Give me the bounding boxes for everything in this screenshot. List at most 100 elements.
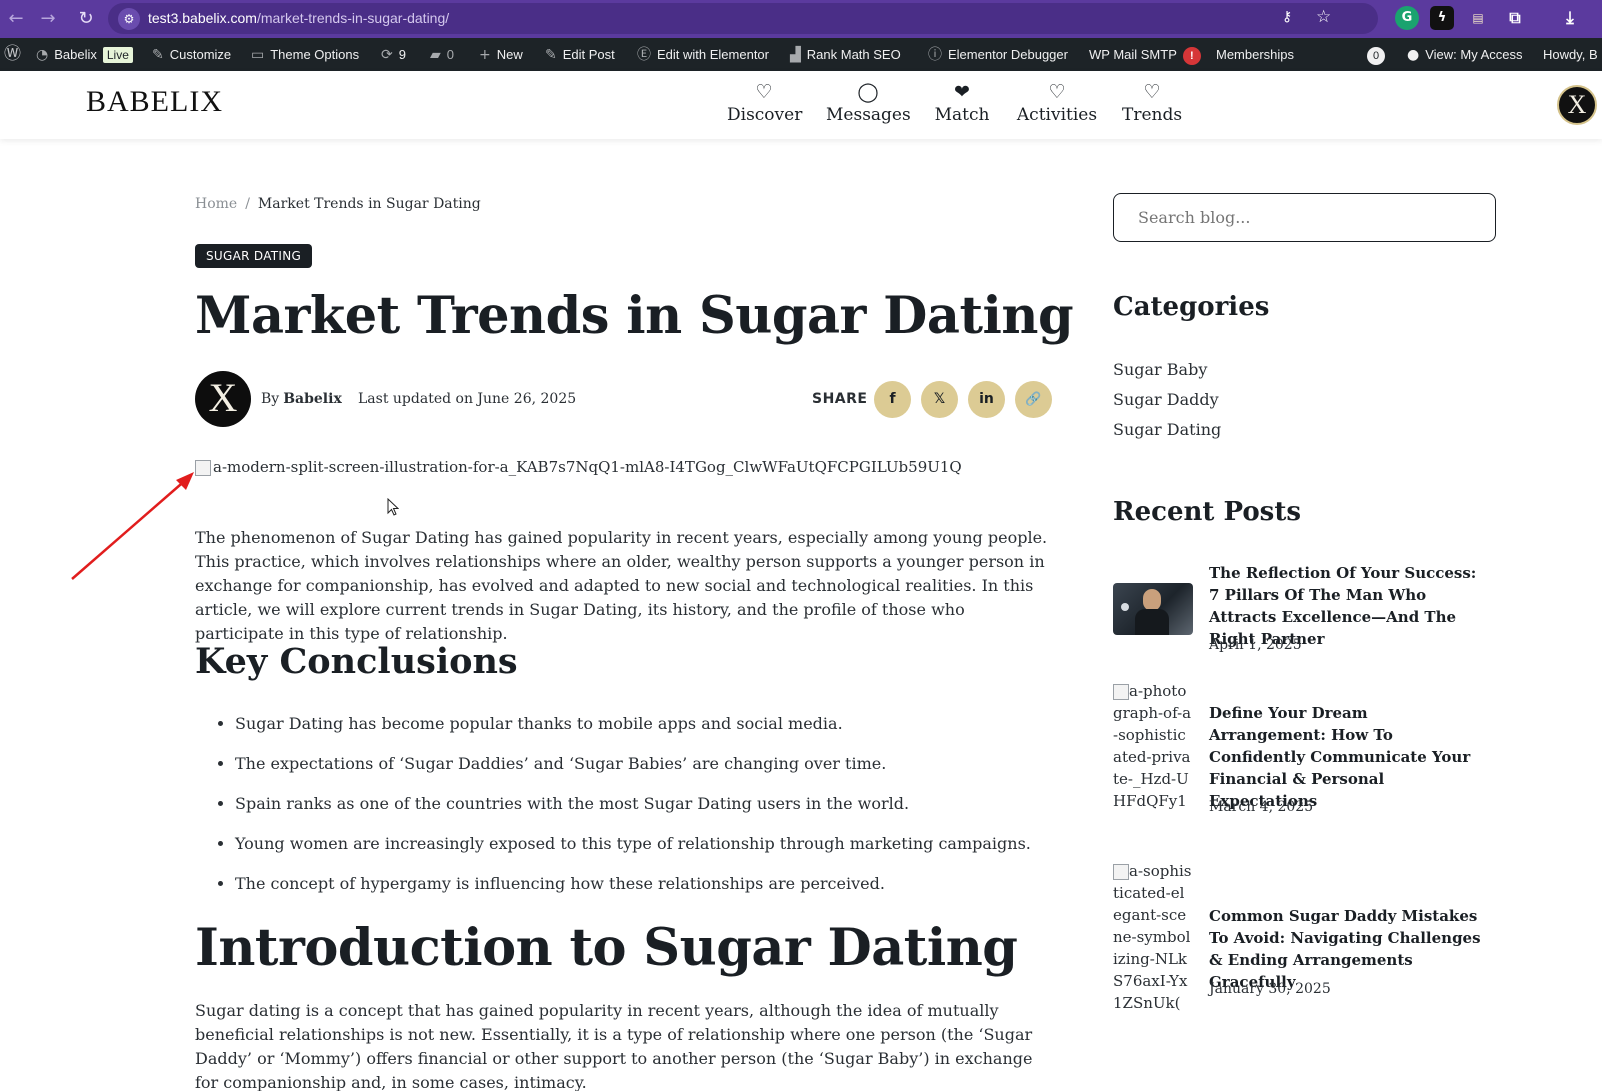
hero-image-alt: a-modern-split-screen-illustration-for-a… bbox=[213, 458, 962, 476]
recent-post-title[interactable]: Common Sugar Daddy Mistakes To Avoid: Na… bbox=[1209, 905, 1489, 993]
wp-notifications[interactable]: 0 bbox=[1367, 38, 1385, 71]
thumbnail-face bbox=[1143, 589, 1161, 611]
back-arrow-icon[interactable]: ← bbox=[2, 5, 30, 33]
heart-icon: ♡ bbox=[1143, 81, 1161, 103]
linkedin-share-icon[interactable]: in bbox=[968, 381, 1005, 418]
wp-edit-elementor[interactable]: Ⓔ Edit with Elementor bbox=[637, 38, 769, 71]
share-label: SHARE bbox=[812, 391, 868, 407]
wp-memberships[interactable]: Memberships bbox=[1216, 38, 1294, 71]
author-name[interactable]: Babelix bbox=[283, 391, 342, 407]
list-item: The expectations of ‘Sugar Daddies’ and … bbox=[235, 752, 1055, 792]
rank-math-icon: ▟ bbox=[790, 47, 801, 63]
wp-view-access[interactable]: ● View: My Access bbox=[1407, 38, 1523, 71]
category-tag[interactable]: SUGAR DATING bbox=[195, 244, 313, 268]
folder-icon: ▭ bbox=[251, 47, 265, 63]
category-link[interactable]: Sugar Dating bbox=[1113, 420, 1221, 439]
category-link[interactable]: Sugar Baby bbox=[1113, 360, 1207, 379]
wordpress-logo-icon[interactable]: Ⓦ bbox=[4, 38, 27, 71]
search-blog-input[interactable] bbox=[1113, 193, 1496, 242]
wp-mail-smtp-label: WP Mail SMTP bbox=[1089, 47, 1177, 62]
smtp-alert-badge: ! bbox=[1182, 46, 1201, 65]
facebook-share-icon[interactable]: f bbox=[874, 381, 911, 418]
hero-image-broken: a-modern-split-screen-illustration-for-a… bbox=[195, 458, 962, 476]
notification-count-badge: 0 bbox=[1367, 46, 1385, 65]
x-share-icon[interactable]: 𝕏 bbox=[921, 381, 958, 418]
key-conclusions-list: Sugar Dating has become popular thanks t… bbox=[235, 712, 1055, 912]
last-updated: Last updated on June 26, 2025 bbox=[358, 391, 577, 407]
elementor-debugger-label: Elementor Debugger bbox=[948, 47, 1068, 62]
introduction-heading: Introduction to Sugar Dating bbox=[195, 918, 1018, 978]
nav-trends-label: Trends bbox=[1122, 105, 1183, 125]
site-logo[interactable]: BABELIX bbox=[86, 85, 223, 119]
wp-theme-options[interactable]: ▭ Theme Options bbox=[251, 38, 359, 71]
by-label: By bbox=[261, 391, 280, 407]
wp-edit-post[interactable]: ✎ Edit Post bbox=[545, 38, 615, 71]
nav-match-label: Match bbox=[934, 105, 990, 125]
nav-activities-label: Activities bbox=[1016, 105, 1098, 125]
heart-pulse-icon: ♡ bbox=[1048, 81, 1066, 103]
nav-trends[interactable]: ♡ Trends bbox=[1122, 79, 1182, 125]
forward-arrow-icon[interactable]: → bbox=[34, 5, 62, 33]
edit-post-label: Edit Post bbox=[562, 47, 615, 62]
recent-posts-heading: Recent Posts bbox=[1113, 497, 1301, 527]
nav-messages[interactable]: ◯ Messages bbox=[826, 79, 911, 125]
wp-new[interactable]: + New bbox=[479, 38, 523, 71]
extensions-puzzle-icon[interactable]: ⧉ bbox=[1503, 6, 1527, 30]
post-title: Market Trends in Sugar Dating bbox=[195, 286, 1074, 346]
recent-post-thumbnail-broken[interactable]: a-photograph-of-a-sophisticated-private-… bbox=[1113, 680, 1193, 855]
wp-updates[interactable]: ⟳ 9 bbox=[381, 38, 406, 71]
user-avatar[interactable]: X bbox=[1557, 85, 1597, 125]
address-bar[interactable]: ⚙ test3.babelix.com/market-trends-in-sug… bbox=[108, 3, 1378, 34]
wp-elementor-debugger[interactable]: ⓘ Elementor Debugger bbox=[928, 38, 1068, 71]
url-path: /market-trends-in-sugar-dating/ bbox=[256, 10, 450, 26]
view-access-label: View: My Access bbox=[1425, 47, 1523, 62]
wp-site-name[interactable]: ◔ Babelix Live bbox=[36, 38, 133, 71]
category-link[interactable]: Sugar Daddy bbox=[1113, 390, 1219, 409]
recent-post-title[interactable]: Define Your Dream Arrangement: How To Co… bbox=[1209, 702, 1489, 812]
chat-bubble-icon: ◯ bbox=[857, 81, 879, 103]
wp-customize[interactable]: ✎ Customize bbox=[152, 38, 231, 71]
bookmark-star-icon[interactable]: ☆ bbox=[1316, 7, 1338, 29]
author-avatar: X bbox=[195, 371, 251, 427]
heartbeat-icon: ♡ bbox=[755, 81, 773, 103]
theme-options-label: Theme Options bbox=[270, 47, 360, 62]
card-extension-icon[interactable]: ▤ bbox=[1466, 6, 1490, 30]
download-icon[interactable]: ⤓ bbox=[1558, 6, 1582, 30]
site-info-icon[interactable]: ⚙ bbox=[118, 8, 140, 30]
red-annotation-arrow bbox=[71, 472, 194, 580]
nav-match[interactable]: ❤ Match bbox=[933, 79, 991, 125]
breadcrumb-current: Market Trends in Sugar Dating bbox=[257, 196, 481, 212]
browser-toolbar: ← → ↻ ⚙ test3.babelix.com/market-trends-… bbox=[0, 0, 1602, 38]
new-label: New bbox=[496, 47, 523, 62]
url-text[interactable]: test3.babelix.com/market-trends-in-sugar… bbox=[148, 10, 449, 26]
wp-comments[interactable]: ▰ 0 bbox=[430, 38, 454, 71]
wp-rank-math[interactable]: ▟ Rank Math SEO bbox=[790, 38, 901, 71]
bolt-extension-icon[interactable]: ϟ bbox=[1430, 6, 1454, 30]
breadcrumb-home-link[interactable]: Home bbox=[195, 196, 237, 212]
wp-howdy[interactable]: Howdy, B bbox=[1543, 38, 1598, 71]
site-header: BABELIX ♡ Discover ◯ Messages ❤ Match ♡ Acti… bbox=[0, 71, 1602, 139]
comment-icon: ▰ bbox=[430, 47, 441, 63]
elementor-icon: Ⓔ bbox=[637, 47, 651, 63]
wp-admin-bar: Ⓦ ◔ Babelix Live ✎ Customize ▭ Theme Options… bbox=[0, 38, 1602, 71]
thumbnail-alt: a-photograph-of-a-sophisticated-private-… bbox=[1113, 682, 1192, 810]
edit-elementor-label: Edit with Elementor bbox=[657, 47, 769, 62]
password-key-icon[interactable]: ⚷ bbox=[1282, 9, 1304, 29]
copy-link-icon[interactable]: 🔗 bbox=[1015, 381, 1052, 418]
grammarly-extension-icon[interactable]: G bbox=[1395, 6, 1419, 30]
nav-activities[interactable]: ♡ Activities bbox=[1015, 79, 1099, 125]
recent-post-thumbnail[interactable] bbox=[1113, 583, 1193, 635]
nav-discover[interactable]: ♡ Discover bbox=[727, 79, 803, 125]
recent-post-date: April 1, 2025 bbox=[1209, 637, 1302, 653]
howdy-label: Howdy, B bbox=[1543, 47, 1598, 62]
wp-mail-smtp[interactable]: WP Mail SMTP! bbox=[1089, 38, 1201, 71]
list-item: Spain ranks as one of the countries with… bbox=[235, 792, 1055, 832]
brush-icon: ✎ bbox=[152, 47, 164, 63]
rank-math-label: Rank Math SEO bbox=[806, 47, 901, 62]
intro-paragraph: The phenomenon of Sugar Dating has gaine… bbox=[195, 528, 1048, 643]
recent-post-thumbnail-broken[interactable]: a-sophisticated-elegant-scene-symbolizin… bbox=[1113, 860, 1193, 1035]
nav-discover-label: Discover bbox=[727, 105, 803, 125]
breadcrumb-separator: / bbox=[245, 196, 250, 212]
nav-messages-label: Messages bbox=[826, 105, 911, 125]
reload-icon[interactable]: ↻ bbox=[72, 5, 100, 33]
